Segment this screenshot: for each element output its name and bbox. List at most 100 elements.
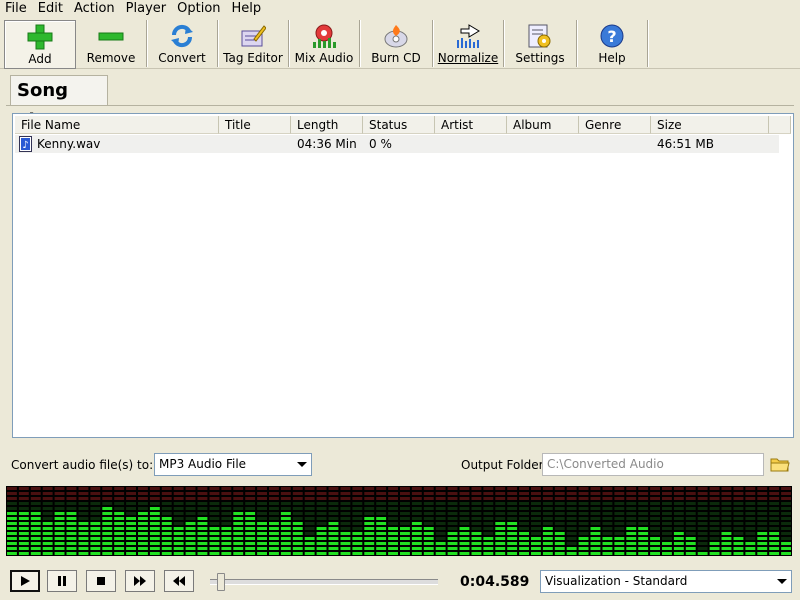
- spectrum-cell: [269, 547, 279, 550]
- spectrum-cell: [447, 492, 458, 495]
- spectrum-cell: [42, 527, 53, 530]
- audio-file-icon: ♪: [19, 136, 33, 152]
- pause-button[interactable]: [47, 570, 77, 592]
- spectrum-cell: [376, 517, 387, 520]
- spectrum-cell: [447, 517, 458, 520]
- spectrum-cell: [697, 487, 708, 490]
- spectrum-cell: [257, 537, 267, 540]
- spectrum-cell: [423, 497, 434, 500]
- column-status[interactable]: Status: [363, 116, 435, 134]
- spectrum-cell: [733, 552, 744, 555]
- spectrum-cell: [578, 502, 589, 505]
- spectrum-cell: [126, 552, 136, 555]
- menu-help[interactable]: Help: [227, 1, 268, 17]
- spectrum-cell: [328, 552, 339, 555]
- spectrum-cell: [447, 542, 458, 545]
- spectrum-cell: [519, 517, 529, 520]
- visualization-select[interactable]: Visualization - Standard: [540, 570, 792, 593]
- menu-player[interactable]: Player: [121, 1, 172, 17]
- spectrum-cell: [173, 537, 184, 540]
- spectrum-cell: [376, 497, 387, 500]
- spectrum-cell: [185, 517, 196, 520]
- burn-cd-button[interactable]: Burn CD: [360, 20, 433, 67]
- svg-text:♪: ♪: [22, 140, 28, 151]
- column-album[interactable]: Album: [507, 116, 579, 134]
- spectrum-cell: [757, 502, 768, 505]
- tag-editor-button[interactable]: Tag Editor: [218, 20, 289, 67]
- spectrum-cell: [90, 497, 101, 500]
- column-title[interactable]: Title: [219, 116, 291, 134]
- spectrum-cell: [435, 537, 446, 540]
- toolbar: Add Remove Convert Tag Editor Mix Audio …: [0, 18, 800, 69]
- convert-label: Convert: [158, 51, 206, 65]
- spectrum-cell: [340, 502, 351, 505]
- settings-button[interactable]: Settings: [504, 20, 577, 67]
- spectrum-cell: [411, 497, 422, 500]
- spectrum-cell: [245, 527, 256, 530]
- spectrum-cell: [280, 497, 291, 500]
- spectrum-cell: [531, 502, 541, 505]
- spectrum-cell: [519, 512, 529, 515]
- column-length[interactable]: Length: [291, 116, 363, 134]
- table-row[interactable]: ♪ Kenny.wav 04:36 Min 0 % 46:51 MB: [15, 135, 779, 153]
- song-list[interactable]: File Name Title Length Status Artist Alb…: [12, 113, 794, 438]
- spectrum-cell: [54, 542, 65, 545]
- forward-button[interactable]: [125, 570, 155, 592]
- spectrum-cell: [626, 507, 637, 510]
- spectrum-cell: [781, 487, 791, 490]
- spectrum-cell: [149, 522, 160, 525]
- spectrum-cell: [66, 512, 77, 515]
- convert-button[interactable]: Convert: [147, 20, 218, 67]
- add-button[interactable]: Add: [4, 20, 76, 69]
- spectrum-cell: [126, 542, 136, 545]
- spectrum-cell: [566, 552, 577, 555]
- column-genre[interactable]: Genre: [579, 116, 651, 134]
- play-button[interactable]: [10, 570, 40, 592]
- spectrum-cell: [519, 532, 529, 535]
- spectrum-cell: [602, 517, 613, 520]
- rewind-button[interactable]: [164, 570, 194, 592]
- spectrum-cell: [662, 542, 672, 545]
- spectrum-cell: [269, 532, 279, 535]
- tab-divider: [6, 105, 794, 106]
- column-file-name[interactable]: File Name: [15, 116, 219, 134]
- column-size[interactable]: Size: [651, 116, 769, 134]
- folder-icon[interactable]: [770, 455, 790, 473]
- spectrum-cell: [542, 527, 553, 530]
- output-folder-field[interactable]: C:\Converted Audio: [542, 453, 764, 476]
- spectrum-cell: [54, 552, 65, 555]
- spectrum-cell: [376, 492, 387, 495]
- spectrum-cell: [602, 507, 613, 510]
- cell-file-name: ♪ Kenny.wav: [15, 135, 219, 153]
- spectrum-cell: [90, 552, 101, 555]
- spectrum-cell: [781, 527, 791, 530]
- menu-edit[interactable]: Edit: [33, 1, 69, 17]
- spectrum-cell: [459, 527, 470, 530]
- spectrum-cell: [18, 532, 29, 535]
- format-select[interactable]: MP3 Audio File: [154, 453, 312, 476]
- spectrum-cell: [340, 552, 351, 555]
- mix-audio-button[interactable]: Mix Audio: [289, 20, 360, 67]
- spectrum-cell: [626, 487, 637, 490]
- spectrum-cell: [54, 532, 65, 535]
- tag-editor-icon: [239, 22, 267, 50]
- spectrum-cell: [769, 552, 780, 555]
- stop-button[interactable]: [86, 570, 116, 592]
- spectrum-cell: [578, 522, 589, 525]
- normalize-button[interactable]: Normalize: [433, 20, 504, 67]
- tab-song-list[interactable]: Song List: [10, 75, 108, 131]
- help-button[interactable]: ? Help: [577, 20, 648, 67]
- menu-file[interactable]: File: [0, 1, 33, 17]
- spectrum-cell: [233, 502, 244, 505]
- menu-bar: File Edit Action Player Option Help: [0, 0, 800, 17]
- seek-slider-thumb[interactable]: [216, 573, 225, 591]
- menu-option[interactable]: Option: [172, 1, 226, 17]
- column-artist[interactable]: Artist: [435, 116, 507, 134]
- seek-track[interactable]: [210, 579, 438, 585]
- normalize-label: Normalize: [437, 51, 499, 65]
- menu-action[interactable]: Action: [69, 1, 121, 17]
- spectrum-cell: [614, 542, 625, 545]
- remove-button[interactable]: Remove: [76, 20, 147, 67]
- spectrum-cell: [149, 487, 160, 490]
- spectrum-cell: [42, 552, 53, 555]
